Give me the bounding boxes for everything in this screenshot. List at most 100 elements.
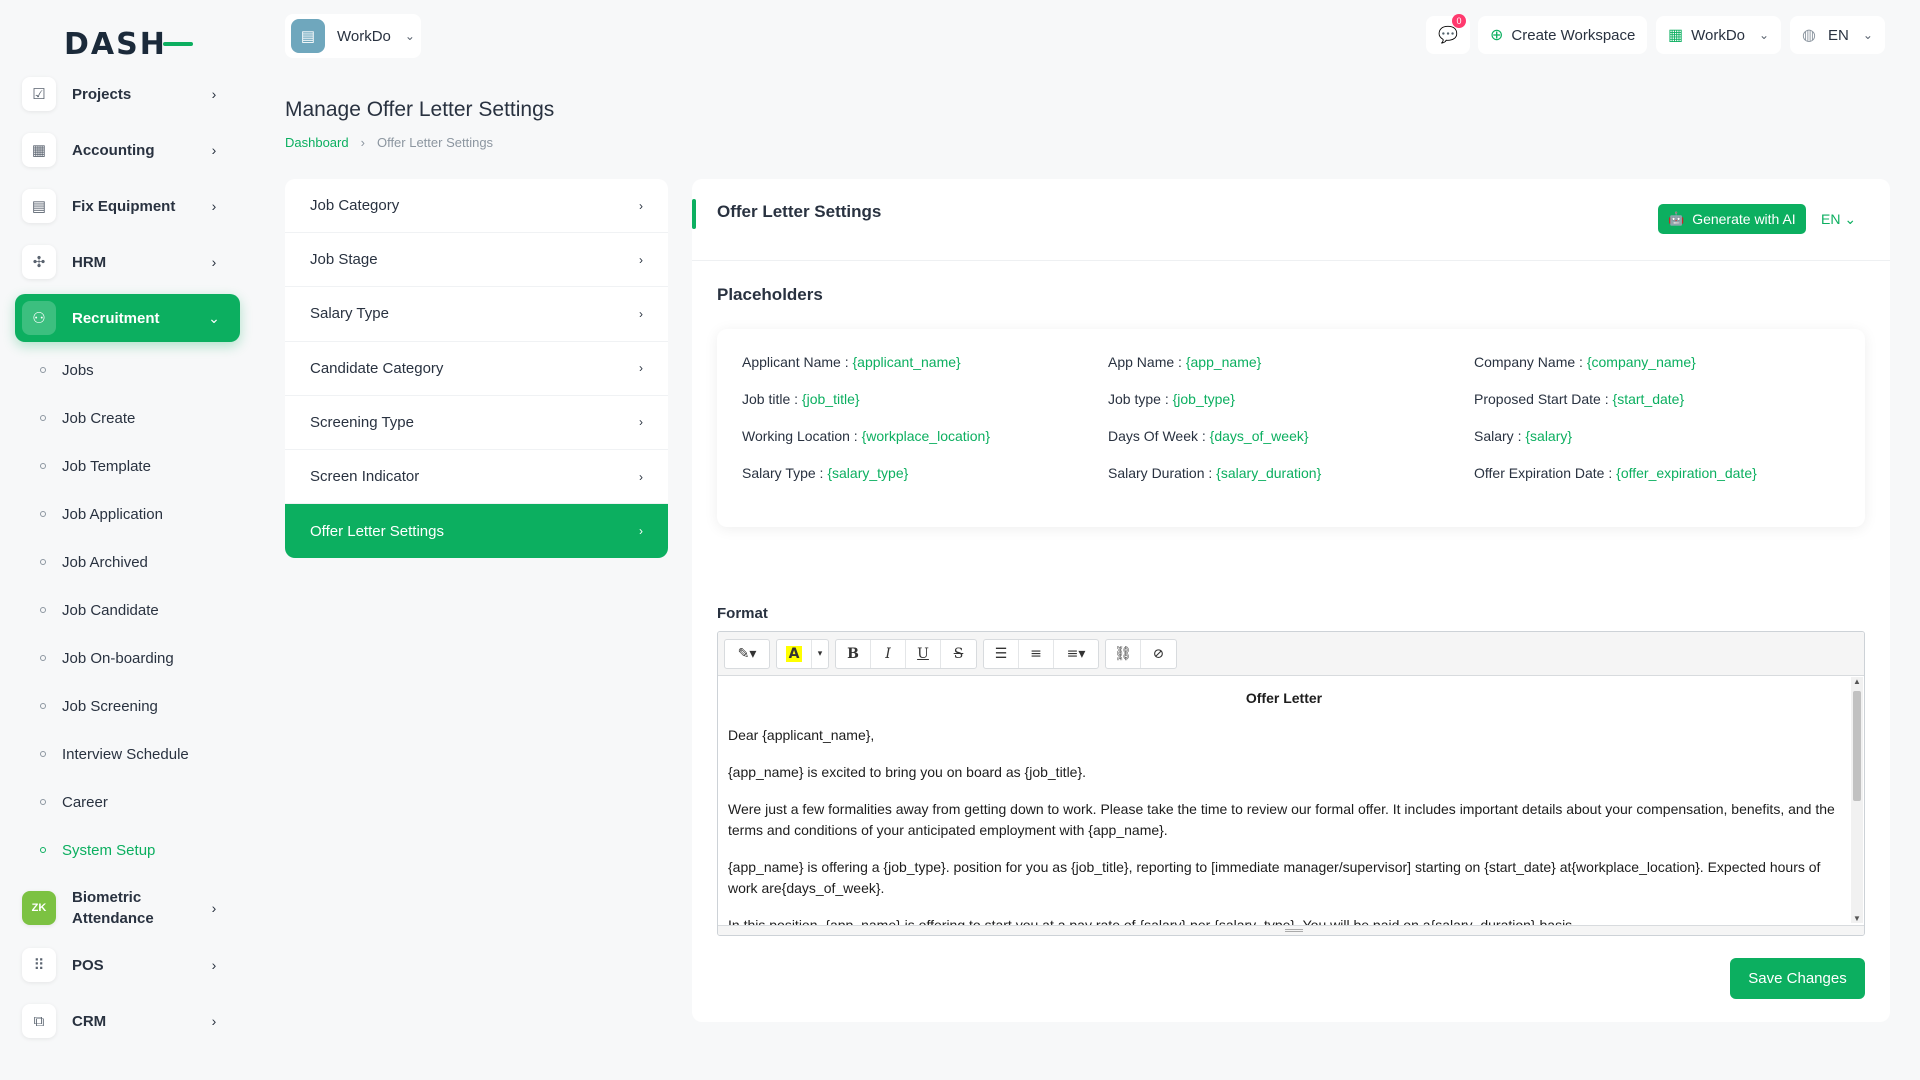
underline-button[interactable]: U	[906, 639, 941, 668]
bullet-list-button[interactable]: ☰	[984, 639, 1019, 668]
chevron-right-icon: ›	[211, 1013, 217, 1029]
placeholder-value: {salary_type}	[827, 465, 909, 481]
settings-item-offer-letter-settings[interactable]: Offer Letter Settings ›	[285, 504, 668, 558]
sidebar-item-recruitment[interactable]: ⚇ Recruitment ⌄	[15, 294, 240, 342]
sidebar-item-crm[interactable]: ⧉ CRM ›	[15, 997, 240, 1045]
bullet-icon	[40, 367, 46, 373]
sidebar-item-accounting[interactable]: ▦ Accounting ›	[15, 126, 240, 174]
numbered-list-button[interactable]: ≡	[1019, 639, 1054, 668]
placeholder-item: Salary Type : {salary_type}	[742, 465, 908, 481]
placeholder-item: Applicant Name : {applicant_name}	[742, 354, 961, 370]
placeholder-item: Proposed Start Date : {start_date}	[1474, 391, 1684, 407]
sub-item-label: Career	[62, 793, 108, 811]
placeholder-label: Salary Duration :	[1108, 465, 1217, 481]
settings-item-candidate-category[interactable]: Candidate Category ›	[285, 342, 668, 396]
sidebar-sub-job-template[interactable]: Job Template	[40, 454, 151, 478]
dash-logo[interactable]: DASH	[64, 27, 193, 62]
card-title: Offer Letter Settings	[717, 202, 882, 221]
rich-text-editor[interactable]: ✎▾ A ▾ B I U S ☰ ≡ ≡▾ ⛓ ⊘ Offer Letter D…	[717, 631, 1865, 936]
generate-ai-button[interactable]: 🤖 Generate with AI	[1658, 204, 1806, 234]
sidebar-item-fix-equipment[interactable]: ▤ Fix Equipment ›	[15, 182, 240, 230]
sidebar-sub-system-setup[interactable]: System Setup	[40, 838, 155, 862]
sidebar-sub-job-archived[interactable]: Job Archived	[40, 550, 148, 574]
editor-scrollbar[interactable]: ▲ ▼	[1851, 677, 1863, 923]
settings-item-screen-indicator[interactable]: Screen Indicator ›	[285, 450, 668, 505]
workspace-menu-button[interactable]: ▦ WorkDo ⌄	[1656, 16, 1782, 54]
align-dropdown[interactable]: ≡▾	[1054, 640, 1098, 668]
sidebar-sub-job-screening[interactable]: Job Screening	[40, 694, 158, 718]
settings-item-salary-type[interactable]: Salary Type ›	[285, 287, 668, 342]
toolbar-group-color: A ▾	[776, 638, 829, 669]
chevron-right-icon: ›	[211, 86, 217, 102]
chevron-down-icon: ⌄	[1759, 28, 1770, 42]
chevron-right-icon: ›	[639, 361, 643, 376]
settings-item-job-category[interactable]: Job Category ›	[285, 179, 668, 234]
sidebar-item-label: POS	[72, 956, 104, 974]
breadcrumb-current: Offer Letter Settings	[376, 135, 494, 150]
settings-item-job-stage[interactable]: Job Stage ›	[285, 233, 668, 288]
sidebar-sub-career[interactable]: Career	[40, 790, 108, 814]
sidebar-sub-job-create[interactable]: Job Create	[40, 406, 135, 430]
italic-button[interactable]: I	[871, 639, 906, 668]
checkbox-icon: ☑	[22, 77, 56, 111]
chevron-right-icon: ›	[211, 900, 217, 916]
settings-item-label: Screen Indicator	[310, 468, 420, 486]
toolbar-group-format: B I U S	[835, 638, 977, 669]
sidebar-item-label: Fix Equipment	[72, 197, 176, 215]
language-button[interactable]: ◍ EN ⌄	[1790, 16, 1885, 54]
link-icon: ⛓	[1114, 645, 1132, 662]
editor-language-select[interactable]: EN ⌄	[1821, 211, 1856, 228]
editor-toolbar: ✎▾ A ▾ B I U S ☰ ≡ ≡▾ ⛓ ⊘	[718, 632, 1864, 676]
save-changes-button[interactable]: Save Changes	[1730, 958, 1865, 999]
link-button[interactable]: ⛓	[1106, 639, 1141, 668]
settings-item-screening-type[interactable]: Screening Type ›	[285, 396, 668, 450]
sub-item-label: Job Application	[62, 505, 163, 523]
sidebar-item-hrm[interactable]: ✣ HRM ›	[15, 238, 240, 286]
sidebar-sub-job-onboarding[interactable]: Job On-boarding	[40, 646, 174, 670]
sidebar-item-biometric-attendance[interactable]: ZK Biometric Attendance ›	[15, 880, 240, 936]
generate-ai-label: Generate with AI	[1692, 211, 1796, 227]
bullet-icon	[40, 559, 46, 565]
editor-resize-handle[interactable]	[718, 925, 1864, 935]
bullet-icon	[40, 415, 46, 421]
placeholder-label: Job title :	[742, 391, 802, 407]
font-color-button[interactable]: A	[777, 639, 812, 668]
letter-paragraph: In this position, {app_name} is offering…	[728, 917, 1577, 925]
placeholder-item: App Name : {app_name}	[1108, 354, 1261, 370]
breadcrumb-home-link[interactable]: Dashboard	[285, 135, 349, 150]
sidebar-sub-jobs[interactable]: Jobs	[40, 358, 94, 382]
letter-paragraph: Dear {applicant_name},	[728, 727, 875, 743]
sidebar-item-projects[interactable]: ☑ Projects ›	[15, 70, 240, 118]
notifications-button[interactable]: 💬 0	[1426, 14, 1470, 54]
scroll-down-icon[interactable]: ▼	[1851, 914, 1863, 923]
workspace-switcher[interactable]: ▤ WorkDo ⌄	[285, 14, 421, 58]
create-workspace-button[interactable]: ⊕ Create Workspace	[1478, 16, 1648, 54]
editor-content[interactable]: Offer Letter Dear {applicant_name}, {app…	[718, 676, 1850, 925]
bold-button[interactable]: B	[836, 639, 871, 668]
sidebar-sub-job-application[interactable]: Job Application	[40, 502, 163, 526]
globe-icon: ◍	[1802, 27, 1816, 44]
placeholder-label: Job type :	[1108, 391, 1173, 407]
sidebar-sub-interview-schedule[interactable]: Interview Schedule	[40, 742, 189, 766]
scroll-up-icon[interactable]: ▲	[1851, 677, 1863, 686]
placeholder-label: Working Location :	[742, 428, 862, 444]
scrollbar-thumb[interactable]	[1853, 691, 1861, 801]
notification-badge: 0	[1452, 14, 1466, 28]
placeholder-value: {workplace_location}	[861, 428, 991, 444]
placeholders-box: Applicant Name : {applicant_name} App Na…	[717, 329, 1865, 527]
color-dropdown-button[interactable]: ▾	[812, 640, 828, 668]
placeholder-value: {salary_duration}	[1216, 465, 1322, 481]
bullet-list-icon: ☰	[994, 645, 1008, 662]
apps-icon: ▦	[1668, 27, 1684, 44]
dots-grid-icon: ⠿	[22, 948, 56, 982]
chevron-right-icon: ›	[639, 198, 643, 213]
placeholder-value: {job_type}	[1172, 391, 1235, 407]
magic-wand-dropdown[interactable]: ✎▾	[725, 640, 769, 668]
bullet-icon	[40, 847, 46, 853]
strikethrough-button[interactable]: S	[941, 640, 976, 668]
italic-icon: I	[885, 645, 891, 662]
unlink-button[interactable]: ⊘	[1141, 640, 1176, 668]
title-accent	[692, 199, 696, 229]
sidebar-item-pos[interactable]: ⠿ POS ›	[15, 941, 240, 989]
sidebar-sub-job-candidate[interactable]: Job Candidate	[40, 598, 159, 622]
